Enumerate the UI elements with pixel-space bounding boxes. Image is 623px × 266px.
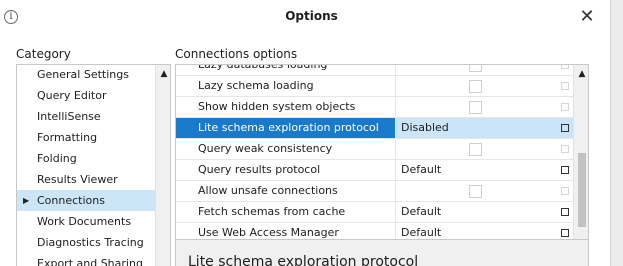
option-row[interactable]: Lite schema exploration protocol Disabled: [176, 118, 573, 139]
dropdown-button-icon[interactable]: [561, 145, 569, 153]
option-checkbox[interactable]: [469, 185, 482, 198]
dropdown-button-icon[interactable]: [561, 65, 569, 69]
option-name: Use Web Access Manager: [176, 223, 396, 239]
option-value[interactable]: Default: [397, 223, 547, 239]
category-item-label: Query Editor: [37, 89, 107, 102]
option-row[interactable]: Query weak consistency: [176, 139, 573, 160]
category-item-label: Export and Sharing: [37, 257, 143, 266]
option-row[interactable]: Lazy schema loading: [176, 76, 573, 97]
title-bar: i Options ✕: [0, 0, 623, 34]
category-item[interactable]: General Settings: [17, 65, 155, 85]
option-name: Lazy databases loading: [176, 65, 396, 75]
close-button[interactable]: ✕: [571, 4, 603, 30]
dropdown-button-icon[interactable]: [561, 124, 569, 132]
dropdown-button-icon[interactable]: [561, 229, 569, 237]
connections-options-grid: Lazy databases loading Lazy schema loadin…: [175, 64, 589, 240]
description-title: Lite schema exploration protocol: [188, 254, 419, 266]
category-item[interactable]: Query Editor: [17, 85, 155, 106]
scrollbar-thumb[interactable]: [578, 153, 586, 227]
option-row[interactable]: Use Web Access Manager Default: [176, 223, 573, 239]
option-checkbox[interactable]: [469, 143, 482, 156]
dropdown-button-icon[interactable]: [561, 82, 569, 90]
category-item[interactable]: Export and Sharing: [17, 253, 155, 266]
dropdown-button-icon[interactable]: [561, 208, 569, 216]
category-item-label: Work Documents: [37, 215, 132, 228]
category-item[interactable]: ▶ Connections: [17, 190, 155, 211]
dropdown-button-icon[interactable]: [561, 166, 569, 174]
dropdown-button-icon[interactable]: [561, 103, 569, 111]
option-row[interactable]: Query results protocol Default: [176, 160, 573, 181]
option-row[interactable]: Fetch schemas from cache Default: [176, 202, 573, 223]
category-item[interactable]: Folding: [17, 148, 155, 169]
option-value[interactable]: Disabled: [397, 118, 547, 138]
option-name: Allow unsafe connections: [176, 181, 396, 201]
description-panel: Lite schema exploration protocol: [175, 240, 589, 266]
category-item-label: Folding: [37, 152, 77, 165]
category-item[interactable]: Work Documents: [17, 211, 155, 232]
option-value[interactable]: Default: [397, 202, 547, 222]
scroll-up-arrow-icon[interactable]: ▲: [574, 65, 588, 83]
category-item-label: Connections: [37, 194, 105, 207]
category-item-label: IntelliSense: [37, 110, 101, 123]
category-scrollbar[interactable]: ▲: [155, 65, 170, 266]
window-title: Options: [285, 9, 338, 23]
option-name: Fetch schemas from cache: [176, 202, 396, 222]
category-list-panel: General Settings Query Editor IntelliSense…: [16, 64, 171, 266]
category-item[interactable]: Formatting: [17, 127, 155, 148]
options-rows: Lazy databases loading Lazy schema loadin…: [176, 65, 573, 239]
dropdown-button-icon[interactable]: [561, 187, 569, 195]
category-item-label: Results Viewer: [37, 173, 118, 186]
option-checkbox[interactable]: [469, 65, 482, 72]
category-list: General Settings Query Editor IntelliSense…: [17, 65, 155, 266]
connections-options-heading: Connections options: [175, 47, 298, 61]
option-row[interactable]: Show hidden system objects: [176, 97, 573, 118]
option-name: Show hidden system objects: [176, 97, 396, 117]
category-item[interactable]: IntelliSense: [17, 106, 155, 127]
option-checkbox[interactable]: [469, 80, 482, 93]
option-row[interactable]: Allow unsafe connections: [176, 181, 573, 202]
options-scrollbar[interactable]: ▲: [573, 65, 588, 239]
option-name: Query results protocol: [176, 160, 396, 180]
category-item[interactable]: Results Viewer: [17, 169, 155, 190]
option-value[interactable]: Default: [397, 160, 547, 180]
scroll-up-arrow-icon[interactable]: ▲: [156, 65, 170, 83]
category-item-label: Formatting: [37, 131, 98, 144]
category-heading: Category: [16, 47, 71, 61]
option-name: Query weak consistency: [176, 139, 396, 159]
option-checkbox[interactable]: [469, 101, 482, 114]
category-item-label: Diagnostics Tracing: [37, 236, 144, 249]
option-name: Lite schema exploration protocol: [176, 118, 396, 138]
category-item-label: General Settings: [37, 68, 129, 81]
option-name: Lazy schema loading: [176, 76, 396, 96]
window-edge: [610, 0, 623, 266]
category-item[interactable]: Diagnostics Tracing: [17, 232, 155, 253]
selected-arrow-icon: ▶: [23, 196, 30, 205]
option-row[interactable]: Lazy databases loading: [176, 65, 573, 76]
